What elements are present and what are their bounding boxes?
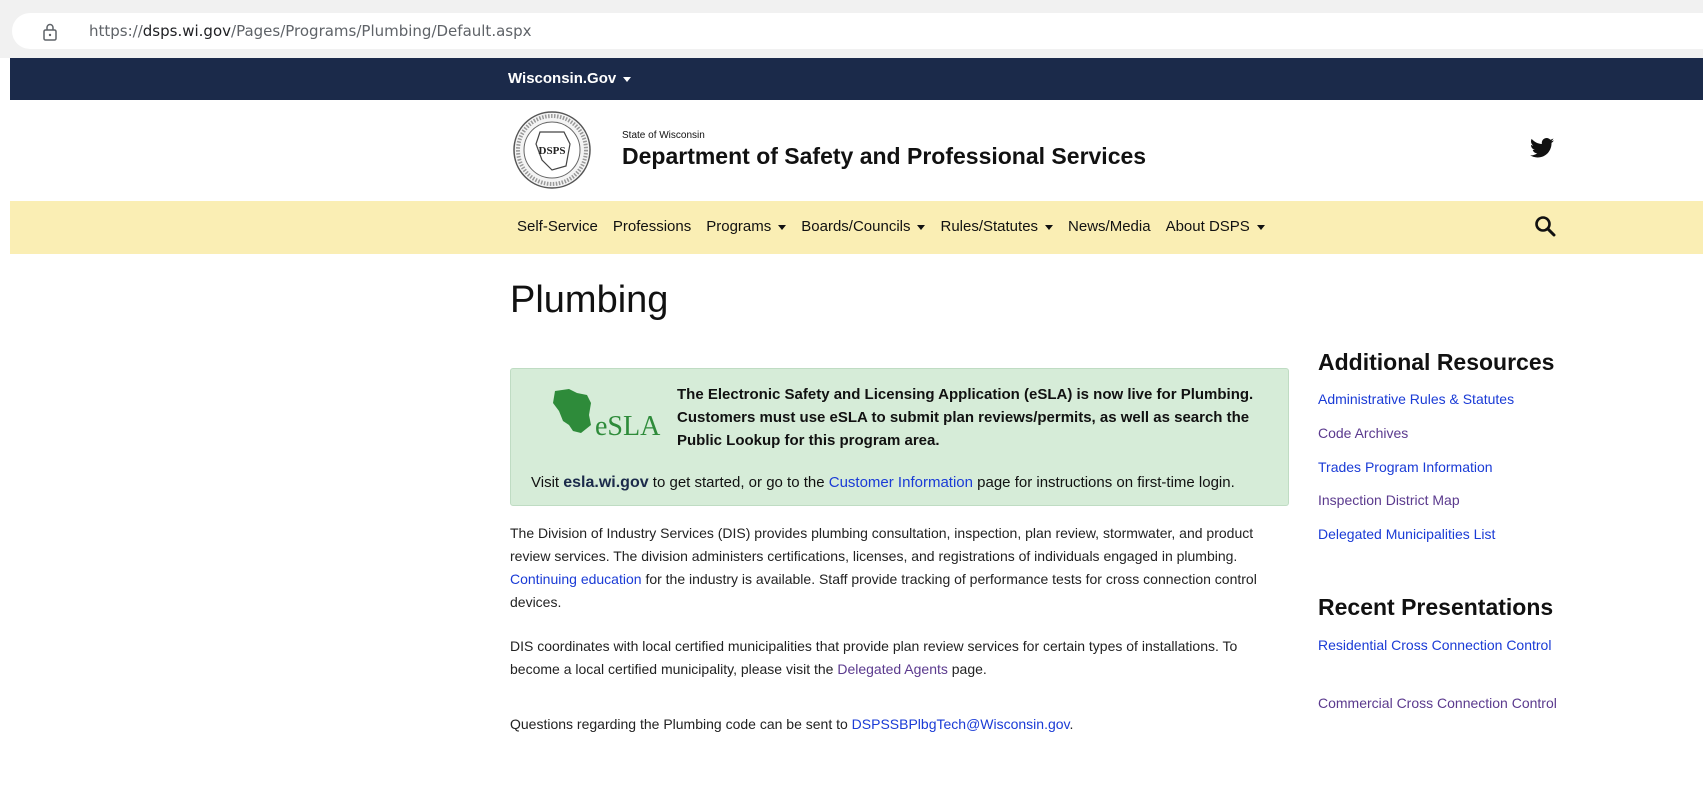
esla-logo-text: eSLA [595, 411, 661, 437]
page-title: Plumbing [510, 279, 669, 321]
esla-announcement-text: The Electronic Safety and Licensing Appl… [677, 386, 1254, 449]
nav-item-programs[interactable]: Programs [706, 218, 787, 235]
nav-item-professions[interactable]: Professions [613, 218, 691, 235]
nav-item-label: Rules/Statutes [940, 218, 1039, 235]
customer-information-link[interactable]: Customer Information [829, 474, 973, 491]
lock-icon[interactable] [42, 23, 58, 41]
municipalities-paragraph: DIS coordinates with local certified mun… [510, 635, 1290, 681]
additional-resources-heading: Additional Resources [1318, 349, 1555, 375]
nav-item-boards-councils[interactable]: Boards/Councils [801, 218, 926, 235]
wisconsin-gov-dropdown[interactable]: Wisconsin.Gov [508, 70, 632, 87]
caret-down-icon [1045, 224, 1054, 230]
url-path: /Pages/Programs/Plumbing/Default.aspx [231, 22, 532, 40]
nav-item-label: Programs [706, 218, 772, 235]
main-nav-items: Self-Service Professions Programs Boards/Co… [517, 218, 1265, 235]
recent-presentations-heading: Recent Presentations [1318, 594, 1554, 620]
presentation-link[interactable]: Residential Cross Connection Control [1318, 633, 1558, 657]
wisconsin-gov-bar: Wisconsin.Gov [10, 58, 1703, 100]
esla-site-link[interactable]: esla.wi.gov [563, 474, 648, 491]
nav-item-label: Self-Service [517, 218, 598, 235]
dsps-seal-logo[interactable]: DSPS [512, 110, 592, 190]
nav-item-label: Professions [612, 218, 692, 235]
esla-announcement: eSLA The Electronic Safety and Licensing… [510, 368, 1289, 506]
wisconsin-gov-label: Wisconsin.Gov [508, 70, 617, 87]
caret-down-icon [623, 76, 632, 82]
url-domain: dsps.wi.gov [142, 22, 232, 40]
state-label: State of Wisconsin [622, 130, 705, 141]
site-header: DSPS State of Wisconsin Department of Sa… [10, 100, 1703, 201]
nav-item-self-service[interactable]: Self-Service [517, 218, 598, 235]
esla-visit-suffix: page for instructions on first-time logi… [977, 474, 1235, 491]
nav-item-news-media[interactable]: News/Media [1068, 218, 1151, 235]
search-icon[interactable] [1534, 215, 1556, 237]
url-scheme: https:// [89, 22, 143, 40]
plumbing-tech-email-link[interactable]: DSPSSBPlbgTech@Wisconsin.gov [852, 716, 1070, 732]
twitter-icon[interactable] [1530, 137, 1554, 159]
delegated-agents-link[interactable]: Delegated Agents [837, 661, 948, 677]
caret-down-icon [778, 224, 787, 230]
additional-resource-link[interactable]: Delegated Municipalities List [1318, 522, 1558, 546]
nav-item-about-dsps[interactable]: About DSPS [1166, 218, 1265, 235]
browser-address-bar: https://dsps.wi.gov/Pages/Programs/Plumb… [0, 0, 1703, 58]
esla-visit-line: Visit esla.wi.gov to get started, or go … [531, 474, 1235, 492]
department-title[interactable]: Department of Safety and Professional Se… [622, 143, 1146, 170]
intro-text-a: The Division of Industry Services (DIS) … [510, 525, 1254, 564]
additional-resource-link[interactable]: Trades Program Information [1318, 455, 1558, 479]
presentation-link[interactable]: Commercial Cross Connection Control [1318, 691, 1558, 715]
esla-visit-middle: to get started, or go to the [652, 474, 825, 491]
questions-text: Questions regarding the Plumbing code ca… [510, 716, 848, 732]
continuing-education-link[interactable]: Continuing education [510, 571, 642, 587]
caret-down-icon [917, 224, 926, 230]
main-nav: Self-Service Professions Programs Boards/Co… [10, 201, 1703, 254]
intro-paragraph: The Division of Industry Services (DIS) … [510, 522, 1290, 614]
esla-logo[interactable]: eSLA [547, 385, 665, 437]
esla-visit-prefix: Visit [531, 474, 560, 491]
municipalities-text-b: page. [951, 661, 987, 677]
nav-item-label: About DSPS [1165, 218, 1250, 235]
nav-item-label: News/Media [1068, 218, 1151, 235]
additional-resource-link[interactable]: Administrative Rules & Statutes [1318, 387, 1558, 411]
url-field[interactable]: https://dsps.wi.gov/Pages/Programs/Plumb… [12, 13, 1703, 49]
additional-resource-link[interactable]: Code Archives [1318, 421, 1558, 445]
nav-item-label: Boards/Councils [801, 218, 911, 235]
seal-text: DSPS [539, 145, 566, 157]
caret-down-icon [1256, 224, 1265, 230]
questions-paragraph: Questions regarding the Plumbing code ca… [510, 713, 1290, 736]
questions-period: . [1069, 716, 1074, 732]
additional-resource-link[interactable]: Inspection District Map [1318, 488, 1558, 512]
nav-item-rules-statutes[interactable]: Rules/Statutes [940, 218, 1054, 235]
url-text[interactable]: https://dsps.wi.gov/Pages/Programs/Plumb… [89, 22, 532, 40]
